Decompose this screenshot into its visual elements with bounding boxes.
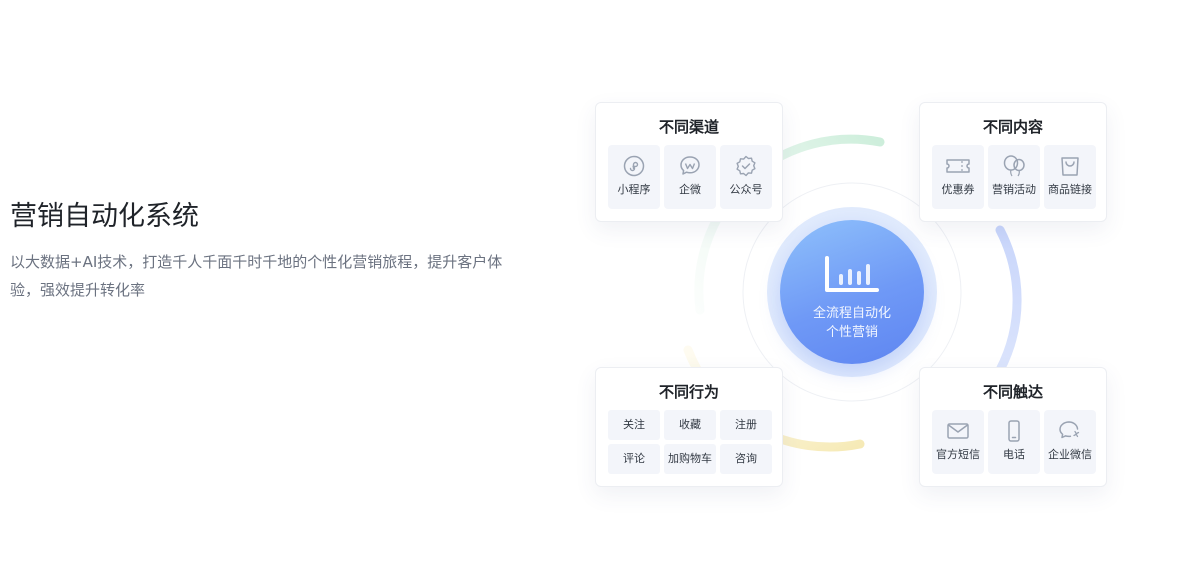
mini-program-icon [623,155,645,177]
chip-favorite[interactable]: 收藏 [664,410,716,440]
card-behavior: 不同行为 关注 收藏 注册 评论 加购物车 咨询 [595,367,783,487]
chip-register[interactable]: 注册 [720,410,772,440]
tile-wecom[interactable]: 企微 [664,145,716,209]
tile-label: 优惠券 [941,183,975,196]
chip-follow[interactable]: 关注 [608,410,660,440]
card-channels: 不同渠道 小程序 企微 公众号 [595,102,783,222]
tile-label: 企业微信 [1048,448,1092,461]
tile-label: 营销活动 [992,183,1036,196]
shopping-bag-icon [1061,157,1079,176]
center-line-1: 全流程自动化 [812,306,891,321]
card-title-channels: 不同渠道 [658,118,719,136]
tile-mini-program[interactable]: 小程序 [608,145,660,209]
bar-chart-icon [825,256,879,292]
tile-coupon[interactable]: 优惠券 [932,145,984,209]
card-title-reach: 不同触达 [982,383,1043,401]
chip-consult[interactable]: 咨询 [720,444,772,474]
tile-label: 商品链接 [1048,183,1092,196]
chip-add-to-cart[interactable]: 加购物车 [664,444,716,474]
card-title-behavior: 不同行为 [658,383,719,401]
card-content: 不同内容 优惠券 营销活动 商品链接 [919,102,1107,222]
page-description: 以大数据+AI技术，打造千人千面千时千地的个性化营销旅程，提升客户体验，强效提升… [10,253,503,299]
tile-marketing-event[interactable]: 营销活动 [988,145,1040,209]
tile-label: 公众号 [729,183,763,196]
page-title: 营销自动化系统 [10,201,199,232]
balloon-icon [1003,155,1025,177]
card-title-content: 不同内容 [982,118,1043,136]
tile-phone[interactable]: 电话 [988,410,1040,474]
wecom-icon [680,156,700,175]
phone-icon [1008,420,1020,442]
tile-wechat-work[interactable]: 企业微信 [1044,410,1096,474]
tile-label: 企微 [679,183,701,196]
tile-label: 官方短信 [936,448,980,461]
blue-arc [995,225,1022,375]
tile-official-account[interactable]: 公众号 [720,145,772,209]
coupon-icon [946,159,970,173]
card-reach: 不同触达 官方短信 电话 企业微信 [919,367,1107,487]
official-account-icon [736,155,756,177]
tile-label: 电话 [1003,448,1025,461]
mail-icon [947,423,969,439]
center-line-2: 个性营销 [825,325,878,340]
tile-sms[interactable]: 官方短信 [932,410,984,474]
center-hub: 全流程自动化 个性营销 [780,220,924,364]
tile-label: 小程序 [617,183,651,196]
intro-section: 营销自动化系统 以大数据+AI技术，打造千人千面千时千地的个性化营销旅程，提升客… [10,198,510,304]
automation-diagram: 全流程自动化 个性营销 不同渠道 小程序 企微 公众号 不同内容 优惠券 营销活… [560,60,1140,560]
tile-product-link[interactable]: 商品链接 [1044,145,1096,209]
wechat-work-icon [1059,421,1080,439]
chip-comment[interactable]: 评论 [608,444,660,474]
